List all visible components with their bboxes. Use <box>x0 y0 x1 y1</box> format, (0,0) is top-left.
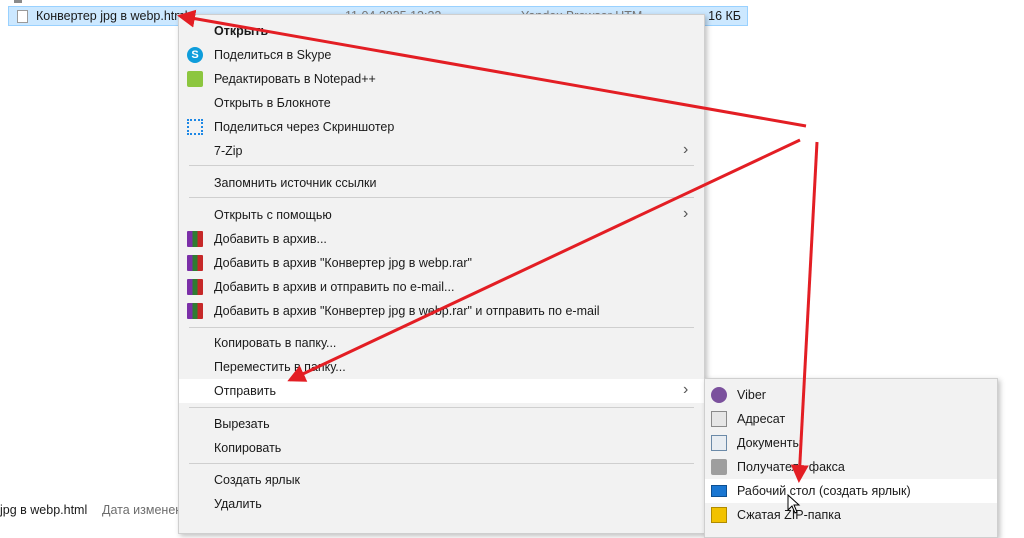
send-to-documents[interactable]: Документы <box>705 431 997 455</box>
mail-recipient-icon <box>711 411 727 427</box>
submenu-item-label: Рабочий стол (создать ярлык) <box>737 484 911 498</box>
menu-separator <box>189 407 694 408</box>
menu-item-label: Добавить в архив и отправить по e-mail..… <box>214 280 455 294</box>
mouse-cursor-icon <box>787 494 801 514</box>
menu-separator <box>189 463 694 464</box>
submenu-item-label: Viber <box>737 388 766 402</box>
menu-item-label: Поделиться через Скриншотер <box>214 120 395 134</box>
menu-item-open-with[interactable]: Открыть с помощью › <box>179 203 704 227</box>
menu-item-label: Отправить <box>214 384 276 398</box>
menu-item-add-to-archive[interactable]: Добавить в архив... <box>179 227 704 251</box>
menu-item-label: Поделиться в Skype <box>214 48 332 62</box>
menu-separator <box>189 165 694 166</box>
details-pane: jpg в webp.html Дата изменения <box>0 502 180 521</box>
menu-item-share-screenshoter[interactable]: Поделиться через Скриншотер <box>179 115 704 139</box>
menu-item-send-to[interactable]: Отправить › <box>179 379 704 403</box>
send-to-viber[interactable]: Viber <box>705 383 997 407</box>
menu-item-open[interactable]: Открыть <box>179 19 704 43</box>
file-name: Конвертер jpg в webp.html <box>36 9 188 23</box>
menu-item-label: Запомнить источник ссылки <box>214 176 377 190</box>
menu-item-label: Вырезать <box>214 417 270 431</box>
winrar-icon <box>187 279 203 295</box>
menu-item-label: Открыть <box>214 24 269 38</box>
menu-item-add-to-rar[interactable]: Добавить в архив "Конвертер jpg в webp.r… <box>179 251 704 275</box>
menu-item-label: Удалить <box>214 497 262 511</box>
menu-item-open-notepad[interactable]: Открыть в Блокноте <box>179 91 704 115</box>
winrar-icon <box>187 303 203 319</box>
menu-item-edit-notepadpp[interactable]: Редактировать в Notepad++ <box>179 67 704 91</box>
menu-item-label: Добавить в архив "Конвертер jpg в webp.r… <box>214 304 600 318</box>
viber-icon <box>711 387 727 403</box>
menu-item-label: Создать ярлык <box>214 473 301 487</box>
menu-item-copy[interactable]: Копировать <box>179 436 704 460</box>
desktop-icon <box>711 485 727 497</box>
send-to-desktop-shortcut[interactable]: Рабочий стол (создать ярлык) <box>705 479 997 503</box>
menu-item-cut[interactable]: Вырезать <box>179 412 704 436</box>
menu-separator <box>189 327 694 328</box>
fax-icon <box>711 459 727 475</box>
send-to-mail-recipient[interactable]: Адресат <box>705 407 997 431</box>
winrar-icon <box>187 231 203 247</box>
menu-item-copy-to-folder[interactable]: Копировать в папку... <box>179 331 704 355</box>
send-to-zip-folder[interactable]: Сжатая ZIP-папка <box>705 503 997 527</box>
menu-item-label: Открыть с помощью <box>214 208 332 222</box>
send-to-fax[interactable]: Получатель факса <box>705 455 997 479</box>
documents-icon <box>711 435 727 451</box>
chevron-right-icon: › <box>683 381 689 398</box>
menu-item-label: Добавить в архив... <box>214 232 327 246</box>
menu-item-label: Редактировать в Notepad++ <box>214 72 376 86</box>
menu-item-remember-source[interactable]: Запомнить источник ссылки <box>179 171 704 195</box>
menu-item-label: Копировать в папку... <box>214 336 337 350</box>
menu-item-delete[interactable]: Удалить <box>179 492 704 516</box>
menu-item-share-skype[interactable]: S Поделиться в Skype <box>179 43 704 67</box>
menu-item-label: Копировать <box>214 441 282 455</box>
menu-item-rar-email[interactable]: Добавить в архив "Конвертер jpg в webp.r… <box>179 299 704 323</box>
menu-item-label: 7-Zip <box>214 144 243 158</box>
chevron-right-icon: › <box>683 141 689 158</box>
skype-icon: S <box>187 47 203 63</box>
notepadpp-icon <box>187 71 203 87</box>
menu-separator <box>189 197 694 198</box>
submenu-item-label: Адресат <box>737 412 786 426</box>
details-file-name: jpg в webp.html <box>0 503 88 517</box>
context-menu: Открыть S Поделиться в Skype Редактирова… <box>178 14 705 534</box>
previous-row-sliver <box>14 0 22 3</box>
html-file-icon <box>17 10 28 23</box>
menu-item-create-shortcut[interactable]: Создать ярлык <box>179 468 704 492</box>
menu-item-label: Добавить в архив "Конвертер jpg в webp.r… <box>214 256 472 270</box>
menu-item-archive-email[interactable]: Добавить в архив и отправить по e-mail..… <box>179 275 704 299</box>
details-date-label: Дата изменения <box>102 503 178 517</box>
winrar-icon <box>187 255 203 271</box>
menu-item-label: Переместить в папку... <box>214 360 346 374</box>
submenu-item-label: Получатель факса <box>737 460 845 474</box>
submenu-item-label: Документы <box>737 436 802 450</box>
send-to-submenu: Viber Адресат Документы Получатель факса… <box>704 378 998 538</box>
menu-item-move-to-folder[interactable]: Переместить в папку... <box>179 355 704 379</box>
screenshoter-icon <box>187 119 203 135</box>
menu-item-7zip[interactable]: 7-Zip › <box>179 139 704 163</box>
chevron-right-icon: › <box>683 205 689 222</box>
menu-item-label: Открыть в Блокноте <box>214 96 331 110</box>
